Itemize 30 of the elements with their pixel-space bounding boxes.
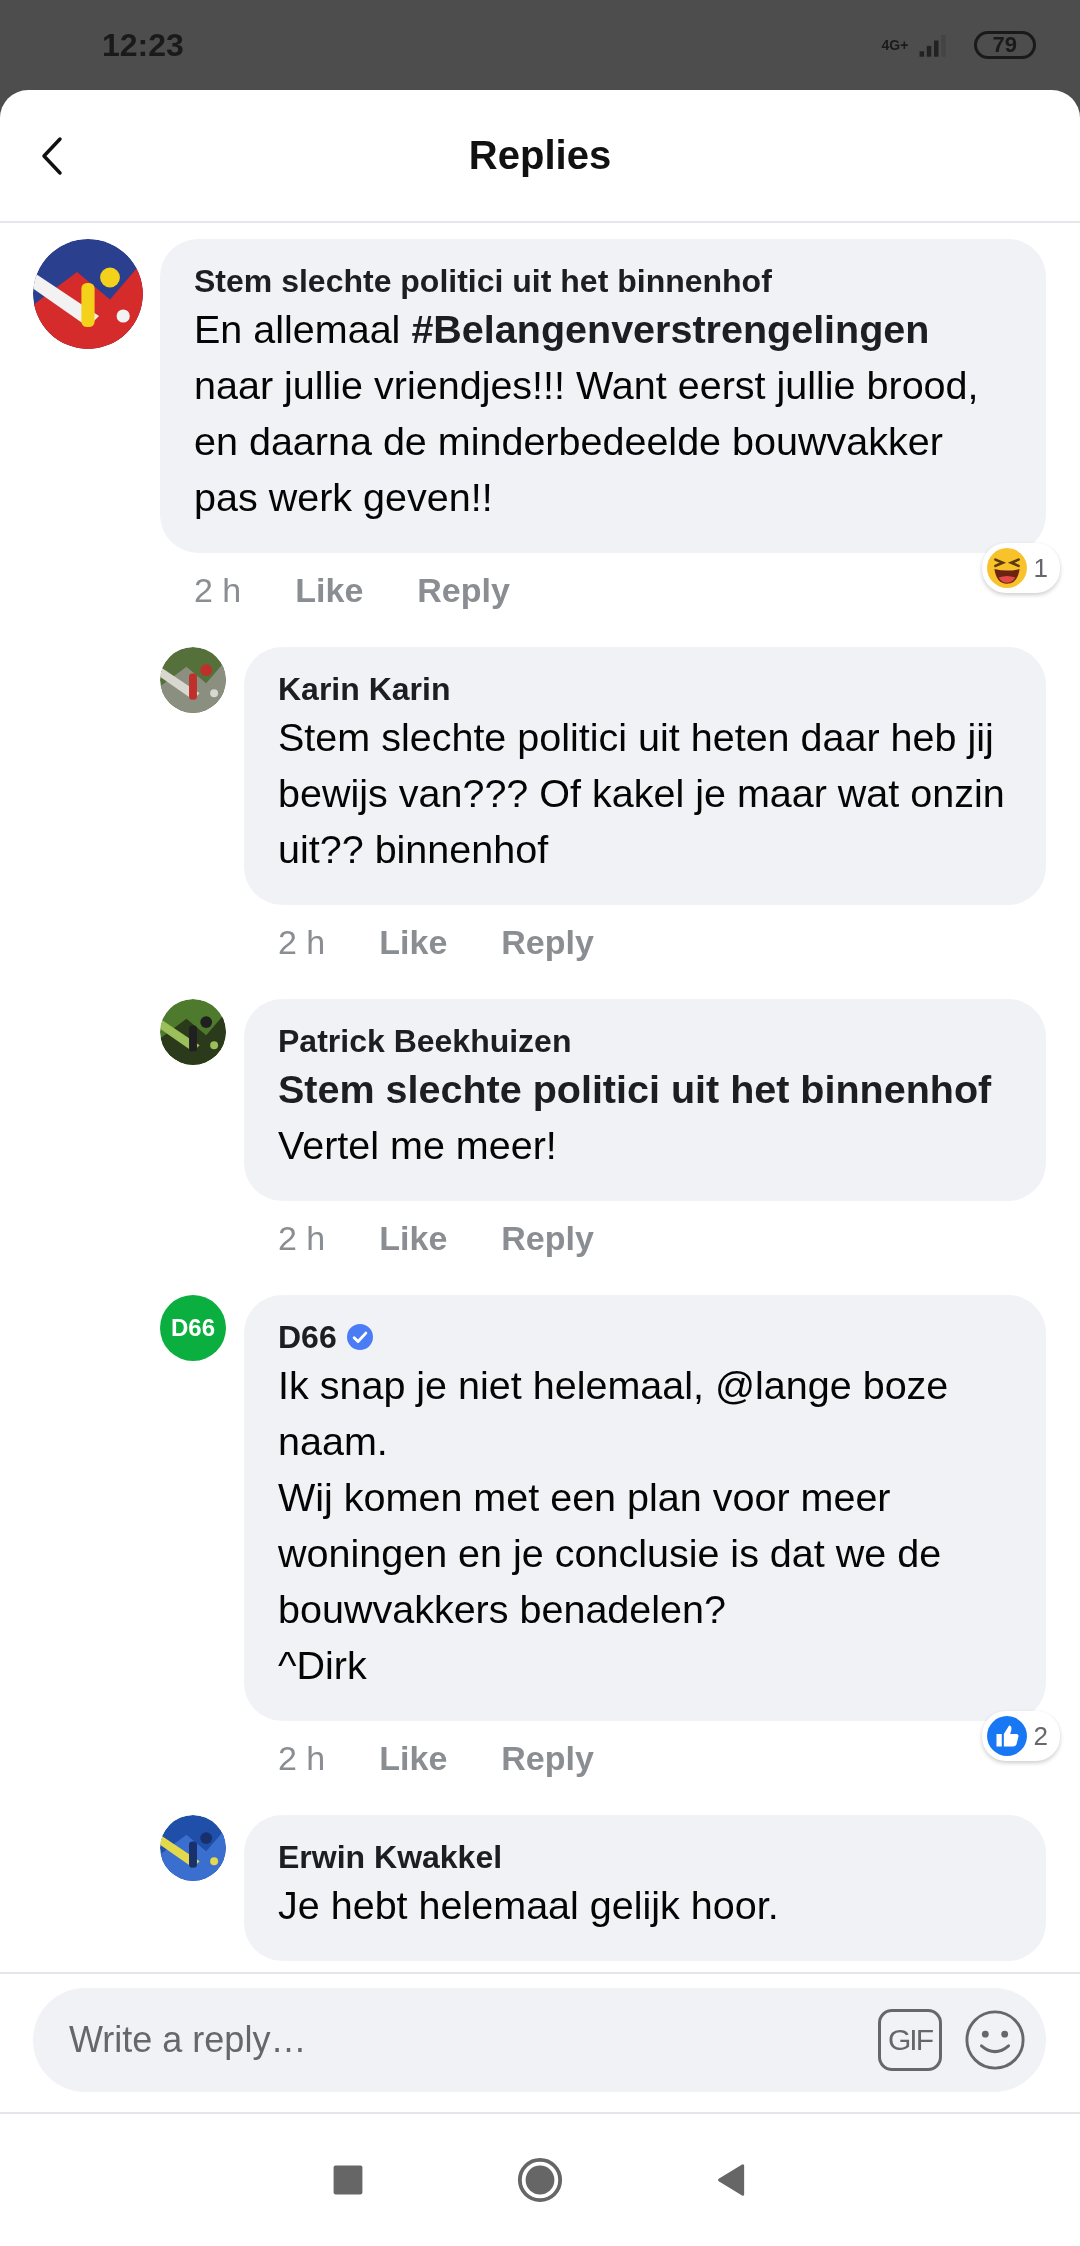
action-link[interactable]: Like: [379, 1218, 448, 1258]
comment-text: Stem slechte politici uit het binnenhof Vertel me meer!: [278, 1066, 993, 1169]
author-name[interactable]: Karin Karin: [278, 669, 451, 709]
action-link[interactable]: Reply: [501, 922, 594, 962]
author-name[interactable]: Erwin Kwakkel: [278, 1837, 503, 1877]
timestamp: 2 h: [194, 570, 242, 610]
timestamp: 2 h: [278, 922, 326, 962]
comment-text: En allemaal #Belangenverstrengelingen naar jullie vriendjes!!! Want eerst jullie brood, en daarna de minderbedeelde bouwvakker pas werk geven!!: [194, 306, 980, 521]
page-title: Replies: [468, 133, 612, 178]
action-link[interactable]: Like: [295, 570, 364, 610]
comment-text: Ik snap je niet helemaal, @lange boze naam. Wij komen met een plan voor meer woningen en je conclusie is dat we de bouwvakkers benadelen? ^Dirk: [278, 1362, 950, 1689]
author-name[interactable]: Stem slechte politici uit het binnenhof: [194, 261, 772, 301]
comment-text: Stem slechte politici uit heten daar heb jij bewijs van??? Of kakel je maar wat onzin uit?? binnenhof: [278, 714, 1006, 873]
action-link[interactable]: Reply: [417, 570, 510, 610]
reaction-count[interactable]: 1: [981, 543, 1060, 593]
home-icon[interactable]: [516, 2156, 564, 2204]
gif-button[interactable]: GIF: [878, 2009, 942, 2071]
action-link[interactable]: Reply: [501, 1218, 594, 1258]
action-link[interactable]: Like: [379, 1738, 448, 1778]
logo-avatar[interactable]: D66: [160, 1295, 226, 1361]
timestamp: 2 h: [278, 1738, 326, 1778]
reaction-count[interactable]: 2: [981, 1711, 1060, 1761]
reply-input-field[interactable]: Write a reply… GIF: [33, 1988, 1046, 2092]
timestamp: 2 h: [278, 1218, 326, 1258]
comment-text: Je hebt helemaal gelijk hoor.: [278, 1882, 780, 1929]
emoji-icon[interactable]: [964, 2009, 1026, 2071]
author-name[interactable]: D66: [278, 1317, 337, 1357]
action-link[interactable]: Like: [379, 922, 448, 962]
author-name[interactable]: Patrick Beekhuizen: [278, 1021, 572, 1061]
action-link[interactable]: Reply: [501, 1738, 594, 1778]
